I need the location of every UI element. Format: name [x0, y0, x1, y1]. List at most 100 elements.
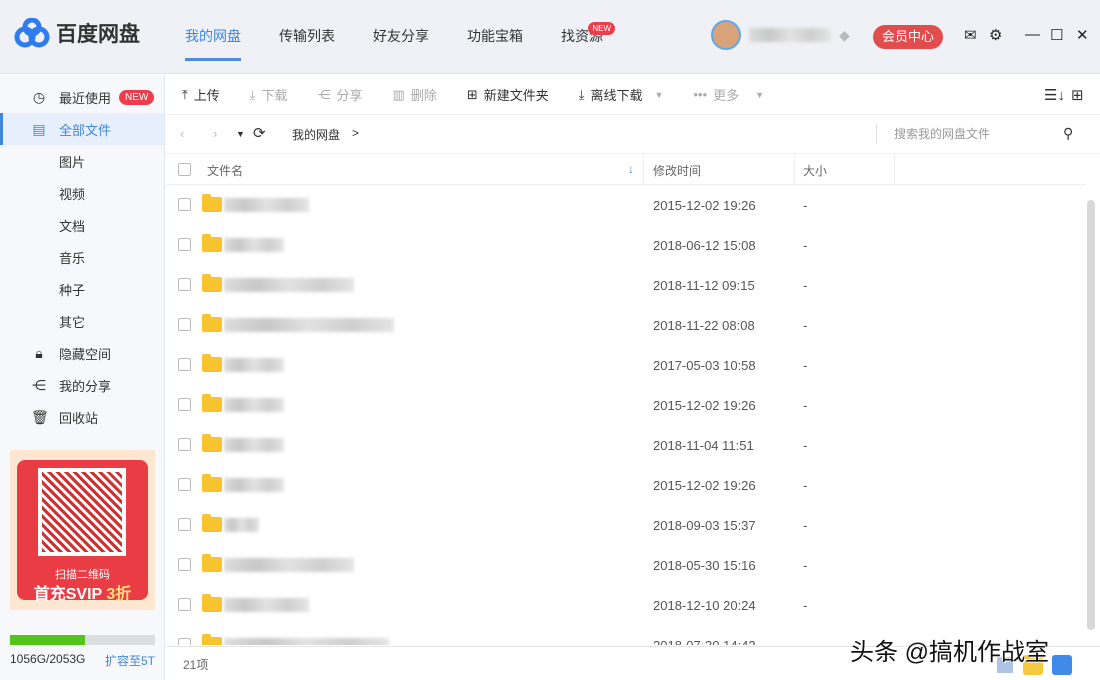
modified-date: 2018-09-03 15:37: [653, 518, 756, 533]
row-checkbox[interactable]: [178, 318, 191, 331]
file-name-blurred[interactable]: [224, 238, 284, 252]
table-row[interactable]: 2018-11-22 08:08 -: [166, 305, 1086, 345]
table-row[interactable]: 2018-11-12 09:15 -: [166, 265, 1086, 305]
sidebar-item-recent[interactable]: ◷最近使用NEW: [0, 81, 164, 113]
modified-date: 2018-11-12 09:15: [653, 278, 755, 293]
file-name-blurred[interactable]: [224, 278, 354, 292]
modified-date: 2018-11-22 08:08: [653, 318, 755, 333]
delete-button[interactable]: ▥删除: [393, 85, 437, 104]
table-row[interactable]: 2017-05-03 10:58 -: [166, 345, 1086, 385]
sidebar-item-music[interactable]: 音乐: [0, 241, 164, 273]
sidebar-item-videos[interactable]: 视频: [0, 177, 164, 209]
search-input[interactable]: 搜索我的网盘文件: [876, 124, 1056, 144]
table-row[interactable]: 2018-09-03 15:37 -: [166, 505, 1086, 545]
svip-promo-banner[interactable]: 扫描二维码 首充SVIP 3折: [10, 450, 155, 610]
breadcrumb-my-disk[interactable]: 我的网盘: [292, 126, 340, 143]
sort-icon[interactable]: ☰↓: [1044, 86, 1065, 104]
sidebar-item-label: 音乐: [59, 248, 85, 267]
file-name-blurred[interactable]: [224, 638, 389, 645]
file-name-blurred[interactable]: [224, 558, 354, 572]
file-name-blurred[interactable]: [224, 358, 284, 372]
sidebar-item-all-files[interactable]: ▤全部文件: [0, 113, 164, 145]
table-row[interactable]: 2018-05-30 15:16 -: [166, 545, 1086, 585]
file-name-blurred[interactable]: [224, 478, 284, 492]
row-checkbox[interactable]: [178, 478, 191, 491]
download-button[interactable]: ⤓下载: [250, 85, 288, 104]
sidebar-item-documents[interactable]: 文档: [0, 209, 164, 241]
tab-toolbox[interactable]: 功能宝箱: [467, 0, 523, 74]
table-row[interactable]: 2018-12-10 20:24 -: [166, 585, 1086, 625]
scrollbar[interactable]: [1087, 200, 1095, 630]
row-checkbox[interactable]: [178, 198, 191, 211]
file-name-blurred[interactable]: [224, 198, 309, 212]
column-divider[interactable]: [894, 154, 895, 185]
row-checkbox[interactable]: [178, 438, 191, 451]
search-icon[interactable]: ⚲: [1063, 125, 1073, 142]
lock-icon[interactable]: [1052, 655, 1072, 675]
row-checkbox[interactable]: [178, 358, 191, 371]
file-size: -: [803, 638, 807, 645]
row-checkbox[interactable]: [178, 238, 191, 251]
file-size: -: [803, 558, 807, 573]
forward-icon[interactable]: ›: [213, 126, 217, 141]
user-profile[interactable]: ◆: [711, 20, 850, 50]
row-checkbox[interactable]: [178, 598, 191, 611]
table-row[interactable]: 2015-12-02 19:26 -: [166, 465, 1086, 505]
more-button[interactable]: •••更多▼: [693, 85, 764, 104]
storage-bar-fill: [10, 635, 85, 645]
upload-button[interactable]: ⤒上传: [182, 85, 220, 104]
table-row[interactable]: 2015-12-02 19:26 -: [166, 185, 1086, 225]
refresh-icon[interactable]: ⟳: [253, 124, 266, 142]
file-name-blurred[interactable]: [224, 398, 284, 412]
row-checkbox[interactable]: [178, 398, 191, 411]
file-name-blurred[interactable]: [224, 518, 259, 532]
table-row[interactable]: 2015-12-02 19:26 -: [166, 385, 1086, 425]
folder-plus-icon: ⊞: [467, 87, 478, 103]
tab-my-disk[interactable]: 我的网盘: [185, 0, 241, 62]
table-row[interactable]: 2018-06-12 15:08 -: [166, 225, 1086, 265]
button-label: 更多: [713, 85, 739, 104]
sidebar-item-other[interactable]: 其它: [0, 305, 164, 337]
gear-icon[interactable]: ⚙: [989, 26, 1002, 44]
sidebar-item-torrents[interactable]: 种子: [0, 273, 164, 305]
row-checkbox[interactable]: [178, 558, 191, 571]
column-divider[interactable]: [794, 154, 795, 185]
maximize-icon[interactable]: ☐: [1050, 26, 1063, 44]
grid-view-icon[interactable]: ⊞: [1071, 86, 1084, 104]
sidebar-item-images[interactable]: 图片: [0, 145, 164, 177]
column-name[interactable]: 文件名: [207, 162, 243, 179]
table-row[interactable]: 2018-11-04 11:51 -: [166, 425, 1086, 465]
vip-center-button[interactable]: 会员中心: [873, 25, 943, 49]
tab-friend-share[interactable]: 好友分享: [373, 0, 429, 74]
sidebar-item-my-shares[interactable]: ⋲我的分享: [0, 369, 164, 401]
back-icon[interactable]: ‹: [180, 126, 184, 141]
column-modified[interactable]: 修改时间: [653, 162, 701, 179]
offline-download-button[interactable]: ⤓离线下载▼: [579, 85, 664, 104]
sidebar-item-recycle-bin[interactable]: 🗑︎回收站: [0, 401, 164, 433]
file-name-blurred[interactable]: [224, 598, 309, 612]
tab-transfers[interactable]: 传输列表: [279, 0, 335, 74]
row-checkbox[interactable]: [178, 638, 191, 645]
close-icon[interactable]: ✕: [1076, 26, 1089, 44]
file-name-blurred[interactable]: [224, 318, 394, 332]
expand-storage-link[interactable]: 扩容至5T: [105, 652, 155, 669]
row-checkbox[interactable]: [178, 278, 191, 291]
sidebar-item-label: 隐藏空间: [59, 344, 111, 363]
row-checkbox[interactable]: [178, 518, 191, 531]
file-name-blurred[interactable]: [224, 438, 284, 452]
select-all-checkbox[interactable]: [178, 163, 191, 176]
minimize-icon[interactable]: —: [1025, 26, 1040, 43]
mail-icon[interactable]: ✉: [964, 26, 977, 44]
column-divider[interactable]: [643, 154, 644, 185]
avatar[interactable]: [711, 20, 741, 50]
share-button[interactable]: ⋲分享: [318, 85, 363, 104]
column-size[interactable]: 大小: [803, 162, 827, 179]
file-size: -: [803, 198, 807, 213]
sort-desc-icon[interactable]: ↓: [628, 162, 634, 176]
sidebar-item-hidden-space[interactable]: 🔒︎隐藏空间: [0, 337, 164, 369]
history-dropdown-icon[interactable]: ▼: [236, 129, 245, 139]
new-folder-button[interactable]: ⊞新建文件夹: [467, 85, 549, 104]
upload-icon: ⤒: [182, 87, 188, 103]
tab-find-resources[interactable]: 找资源NEW: [561, 0, 603, 74]
baidu-cloud-icon: [14, 18, 50, 48]
